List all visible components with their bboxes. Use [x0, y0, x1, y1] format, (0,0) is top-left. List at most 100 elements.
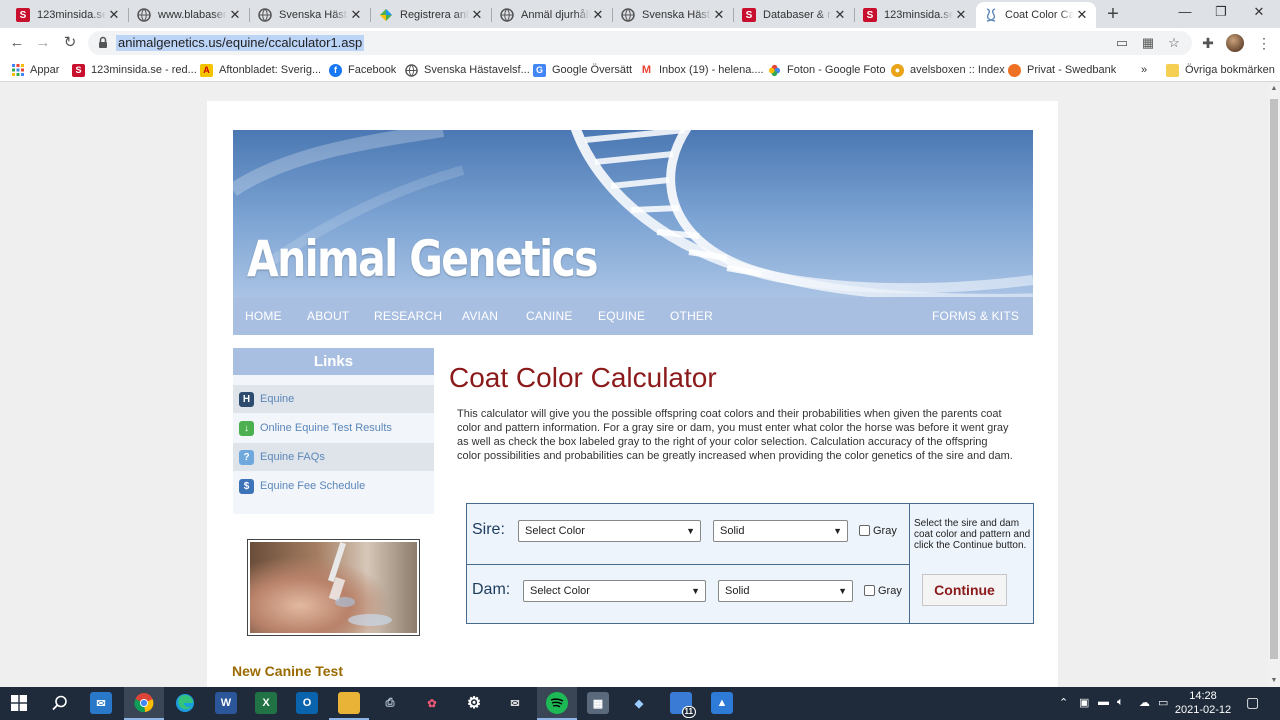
file-explorer-icon[interactable] [338, 692, 360, 714]
nav-other[interactable]: OTHER [670, 309, 713, 323]
bookmarks-overflow-button[interactable]: » [1141, 62, 1147, 78]
avatar[interactable] [1226, 34, 1244, 52]
bookmark-123minsida[interactable]: S 123minsida.se - red... [72, 62, 197, 78]
lab-photo [247, 539, 420, 636]
mail-app-icon[interactable]: ✉ [504, 692, 526, 714]
tab-5[interactable]: Anmäl djurhållning ✕ [492, 2, 612, 28]
scroll-down-arrow[interactable]: ▼ [1268, 675, 1280, 687]
cast-icon[interactable]: ▭ [1114, 35, 1130, 51]
sidebar-item-faqs[interactable]: ? Equine FAQs [233, 443, 434, 471]
s-icon: S [863, 8, 877, 22]
banner-title: Animal Genetics [247, 230, 599, 288]
sidebar-item-test-results[interactable]: ↓ Online Equine Test Results [233, 414, 434, 442]
calculator-app-icon[interactable]: ▦ [587, 692, 609, 714]
reload-button[interactable]: ↻ [60, 33, 80, 53]
dam-color-select[interactable]: Select Color ▼ [523, 580, 706, 602]
bookmark-inbox[interactable]: M Inbox (19) - helena.... [640, 62, 764, 78]
close-icon[interactable]: ✕ [711, 7, 727, 23]
tab-2[interactable]: www.blabasen.se ✕ [129, 2, 249, 28]
bookmark-apps[interactable]: Appar [11, 62, 59, 78]
volume-icon[interactable]: 🔈︎ [1117, 696, 1124, 709]
sidebar-item-fee-schedule[interactable]: $ Equine Fee Schedule [233, 472, 434, 500]
excel-icon[interactable]: X [255, 692, 277, 714]
globe-icon [258, 8, 272, 22]
meet-icon[interactable]: ▣ [1079, 696, 1089, 709]
nav-forms-kits[interactable]: FORMS & KITS [932, 309, 1019, 323]
nav-canine[interactable]: CANINE [526, 309, 573, 323]
close-icon[interactable]: ✕ [227, 7, 243, 23]
paint-icon[interactable]: ✿ [421, 692, 443, 714]
close-icon[interactable]: ✕ [1074, 7, 1090, 23]
mail-icon[interactable]: ✉ [90, 692, 112, 714]
url-text[interactable]: animalgenetics.us/equine/ccalculator1.as… [116, 35, 365, 51]
facebook-icon: f [329, 63, 342, 77]
new-tab-button[interactable]: + [1103, 3, 1123, 26]
photos-app-icon[interactable]: ▲ [711, 692, 733, 714]
close-window-button[interactable]: ✕ [1236, 4, 1280, 20]
close-icon[interactable]: ✕ [590, 7, 606, 23]
sidebar-item-equine[interactable]: H Equine [233, 385, 434, 413]
documents-icon[interactable]: 11 [670, 692, 696, 718]
language-icon[interactable]: ▭ [1158, 696, 1168, 709]
tab-3[interactable]: Svenska Hästavelsförbundet ✕ [250, 2, 370, 28]
chevron-up-icon[interactable]: ⌃ [1059, 696, 1068, 709]
star-icon[interactable]: ☆ [1166, 35, 1182, 51]
chevron-down-icon: ▼ [833, 526, 842, 536]
forward-button[interactable]: → [33, 33, 53, 53]
bookmark-facebook[interactable]: f Facebook [329, 62, 396, 78]
spotify-icon[interactable] [546, 692, 568, 714]
menu-icon[interactable]: ⋮ [1254, 33, 1274, 53]
close-icon[interactable]: ✕ [953, 7, 969, 23]
tab-6[interactable]: Svenska Hästavelsförbundet ✕ [613, 2, 733, 28]
dam-pattern-select[interactable]: Solid ▼ [718, 580, 853, 602]
sire-color-select[interactable]: Select Color ▼ [518, 520, 701, 542]
outlook-icon[interactable]: O [296, 692, 318, 714]
bookmark-aftonbladet[interactable]: A Aftonbladet: Sverig... [200, 62, 321, 78]
scrollbar-thumb[interactable] [1270, 99, 1278, 659]
windows-start-icon[interactable] [8, 692, 30, 714]
search-icon[interactable] [49, 692, 71, 714]
bookmark-avelsboxen[interactable]: ● avelsboxen :: Index [891, 62, 1005, 78]
chrome-icon[interactable] [133, 692, 155, 714]
battery-icon[interactable]: ▬ [1098, 696, 1109, 708]
printer-icon[interactable]: ⎙ [379, 692, 401, 714]
tab-7[interactable]: S Databaser & register ✕ [734, 2, 854, 28]
bookmark-translate[interactable]: G Google Översätt [533, 62, 632, 78]
scroll-up-arrow[interactable]: ▲ [1268, 83, 1280, 95]
word-icon[interactable]: W [215, 692, 237, 714]
omnibox[interactable]: animalgenetics.us/equine/ccalculator1.as… [88, 31, 1192, 55]
bookmark-hastavelsf[interactable]: Svenska Hästavelsf... [405, 62, 530, 78]
dollar-icon: $ [239, 478, 254, 494]
close-icon[interactable]: ✕ [106, 7, 122, 23]
globe-icon [137, 8, 151, 22]
back-button[interactable]: ← [7, 33, 27, 53]
nav-about[interactable]: ABOUT [307, 309, 349, 323]
bookmark-photos[interactable]: Foton - Google Foto [768, 62, 885, 78]
nav-avian[interactable]: AVIAN [462, 309, 498, 323]
nav-equine[interactable]: EQUINE [598, 309, 645, 323]
sire-gray-checkbox[interactable] [859, 525, 870, 536]
notification-icon[interactable]: ▢ [1246, 694, 1259, 711]
system-clock[interactable]: 14:28 2021-02-12 [1174, 689, 1232, 717]
close-icon[interactable]: ✕ [348, 7, 364, 23]
settings-gear-icon[interactable]: ⚙ [463, 692, 485, 714]
extensions-icon[interactable]: ✚ [1198, 33, 1218, 53]
edge-icon[interactable] [174, 692, 196, 714]
close-icon[interactable]: ✕ [832, 7, 848, 23]
bookmark-swedbank[interactable]: Privat - Swedbank [1008, 62, 1116, 78]
sticky-notes-icon[interactable]: ◆ [628, 692, 650, 714]
continue-button[interactable]: Continue [922, 574, 1007, 606]
tab-1[interactable]: S 123minsida.se ✕ [8, 2, 128, 28]
close-icon[interactable]: ✕ [469, 7, 485, 23]
page-scrollbar[interactable]: ▲ ▼ [1268, 83, 1280, 687]
bookmark-other-folder[interactable]: Övriga bokmärken [1166, 62, 1275, 78]
qr-icon[interactable]: ▦ [1140, 35, 1156, 51]
tab-9-active[interactable]: Coat Color Calculator ✕ [976, 2, 1096, 28]
onedrive-icon[interactable]: ☁ [1139, 696, 1150, 709]
tab-4[interactable]: Registrera anläggning ✕ [371, 2, 491, 28]
dam-gray-checkbox[interactable] [864, 585, 875, 596]
nav-research[interactable]: RESEARCH [374, 309, 442, 323]
nav-home[interactable]: HOME [245, 309, 282, 323]
sire-pattern-select[interactable]: Solid ▼ [713, 520, 848, 542]
tab-8[interactable]: S 123minsida.se ✕ [855, 2, 975, 28]
